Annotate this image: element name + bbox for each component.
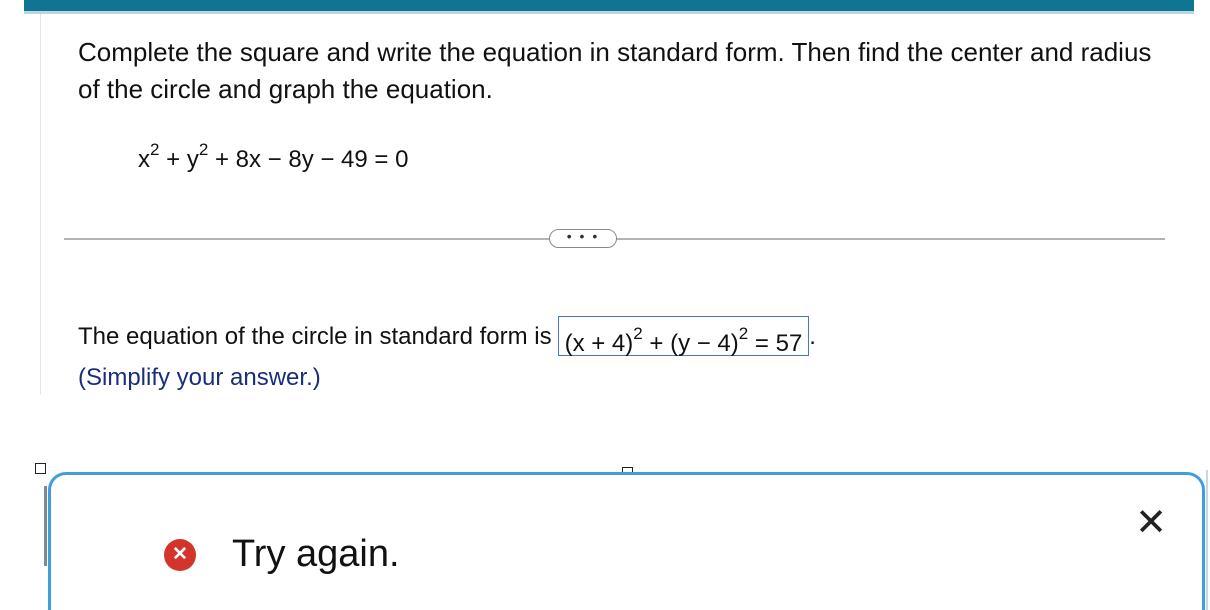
error-icon: ✕ — [164, 539, 196, 571]
left-edge-marker — [44, 486, 47, 566]
top-bar — [24, 0, 1194, 11]
answer-hint: (Simplify your answer.) — [78, 364, 321, 391]
given-equation: x2 + y2 + 8x − 8y − 49 = 0 — [138, 140, 409, 174]
more-options-button[interactable]: • • • — [549, 229, 617, 248]
left-checkbox[interactable] — [35, 463, 46, 474]
equation-y-exponent: 2 — [198, 140, 209, 159]
answer-exponent-y: 2 — [738, 324, 749, 343]
equation-x-exponent: 2 — [150, 140, 160, 159]
answer-part-rhs: = 57 — [748, 330, 803, 357]
equation-rest: + 8x − 8y − 49 = 0 — [208, 146, 409, 173]
equation-plus: + — [159, 146, 187, 173]
answer-exponent-x: 2 — [633, 324, 643, 343]
answer-prompt: The equation of the circle in standard f… — [78, 323, 552, 350]
feedback-panel — [48, 472, 1205, 610]
left-rule — [40, 14, 41, 394]
answer-line: The equation of the circle in standard f… — [78, 316, 816, 358]
answer-part-x: (x + 4) — [564, 330, 634, 357]
question-page: Complete the square and write the equati… — [0, 0, 1210, 610]
right-edge-marker — [1206, 470, 1208, 610]
answer-part-y: + (y − 4) — [642, 330, 739, 357]
feedback-message: Try again. — [232, 533, 400, 575]
answer-input-box[interactable]: (x + 4)2 + (y − 4)2 = 57 — [557, 316, 810, 357]
top-bar-shadow — [24, 11, 1194, 14]
close-icon[interactable]: ✕ — [1133, 504, 1169, 542]
answer-period: . — [809, 323, 816, 350]
equation-x-term: x — [138, 146, 150, 173]
equation-y-term: y — [186, 146, 199, 173]
question-text: Complete the square and write the equati… — [78, 37, 1152, 104]
